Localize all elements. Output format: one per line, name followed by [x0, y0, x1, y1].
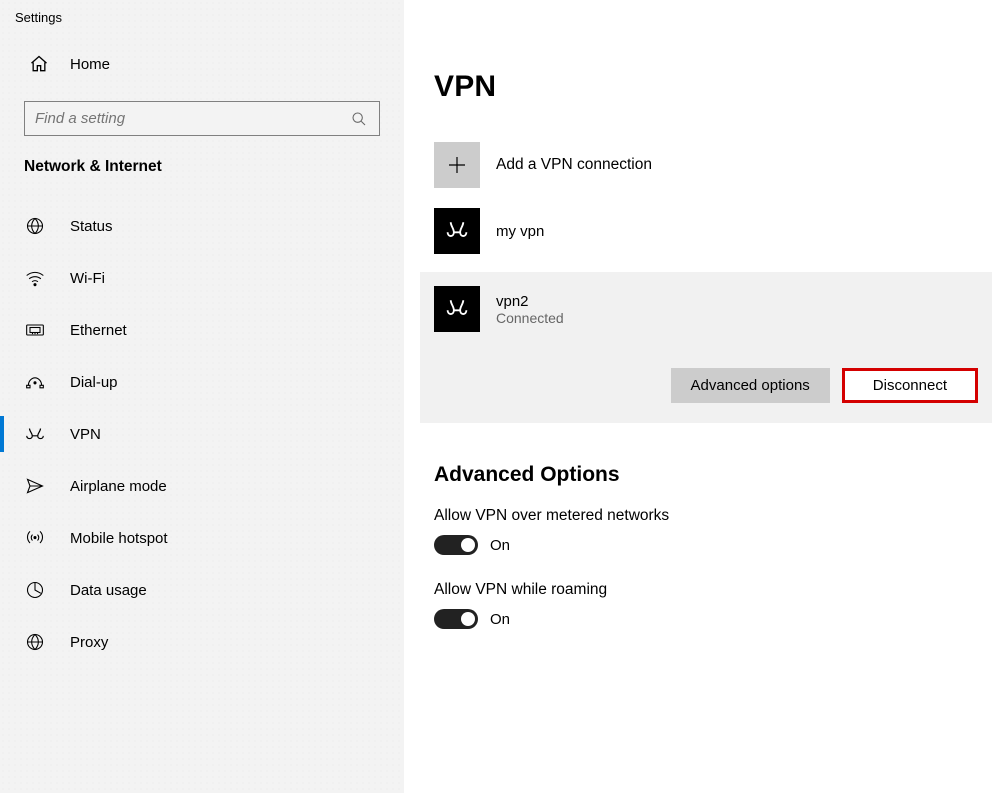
disconnect-button[interactable]: Disconnect	[842, 368, 978, 403]
search-box[interactable]	[24, 101, 380, 136]
vpn-icon	[24, 423, 46, 445]
toggle-metered[interactable]: On	[434, 535, 992, 555]
proxy-icon	[24, 631, 46, 653]
vpn-connection-icon	[434, 286, 480, 332]
sidebar-item-label: Proxy	[70, 634, 108, 651]
category-heading: Network & Internet	[0, 158, 404, 200]
dialup-icon	[24, 371, 46, 393]
sidebar-item-vpn[interactable]: VPN	[0, 408, 404, 460]
sidebar-nav: Status Wi-Fi Ethernet Dial-up	[0, 200, 404, 668]
vpn-connection-selected: vpn2 Connected Advanced options Disconne…	[420, 272, 992, 423]
option-label: Allow VPN while roaming	[434, 581, 992, 599]
sidebar-item-dialup[interactable]: Dial-up	[0, 356, 404, 408]
advanced-options-button[interactable]: Advanced options	[671, 368, 830, 403]
sidebar-item-label: Dial-up	[70, 374, 118, 391]
toggle-state: On	[490, 537, 510, 554]
vpn-connection-item[interactable]: my vpn	[434, 206, 992, 256]
sidebar-item-label: Wi-Fi	[70, 270, 105, 287]
app-title: Settings	[0, 6, 404, 43]
sidebar-item-label: Mobile hotspot	[70, 530, 168, 547]
sidebar-item-label: Data usage	[70, 582, 147, 599]
add-vpn-button[interactable]: Add a VPN connection	[434, 142, 992, 188]
sidebar-item-label: Status	[70, 218, 113, 235]
page-title: VPN	[434, 70, 992, 104]
vpn-connection-icon	[434, 208, 480, 254]
option-label: Allow VPN over metered networks	[434, 507, 992, 525]
add-vpn-label: Add a VPN connection	[496, 156, 652, 174]
airplane-icon	[24, 475, 46, 497]
home-label: Home	[70, 56, 110, 73]
sidebar-item-hotspot[interactable]: Mobile hotspot	[0, 512, 404, 564]
sidebar-item-datausage[interactable]: Data usage	[0, 564, 404, 616]
settings-sidebar: Settings Home Network & Internet Status	[0, 0, 404, 793]
vpn-connection-status: Connected	[496, 310, 564, 326]
sidebar-item-label: Ethernet	[70, 322, 127, 339]
plus-icon	[434, 142, 480, 188]
sidebar-item-ethernet[interactable]: Ethernet	[0, 304, 404, 356]
sidebar-item-wifi[interactable]: Wi-Fi	[0, 252, 404, 304]
toggle-track	[434, 609, 478, 629]
sidebar-item-airplane[interactable]: Airplane mode	[0, 460, 404, 512]
vpn-connection-item[interactable]: vpn2 Connected	[434, 284, 978, 334]
wifi-icon	[24, 267, 46, 289]
toggle-track	[434, 535, 478, 555]
main-content: VPN Add a VPN connection my vpn	[404, 0, 1004, 793]
vpn-connection-name: my vpn	[496, 223, 544, 240]
vpn-connection-name: vpn2	[496, 293, 564, 310]
home-item[interactable]: Home	[0, 43, 404, 85]
sidebar-item-label: Airplane mode	[70, 478, 167, 495]
sidebar-item-label: VPN	[70, 426, 101, 443]
search-input[interactable]	[35, 110, 349, 127]
ethernet-icon	[24, 319, 46, 341]
toggle-roaming[interactable]: On	[434, 609, 992, 629]
sidebar-item-status[interactable]: Status	[0, 200, 404, 252]
sidebar-item-proxy[interactable]: Proxy	[0, 616, 404, 668]
toggle-state: On	[490, 611, 510, 628]
search-icon	[349, 111, 369, 127]
advanced-options-heading: Advanced Options	[434, 463, 992, 487]
home-icon	[28, 53, 50, 75]
globe-icon	[24, 215, 46, 237]
hotspot-icon	[24, 527, 46, 549]
datausage-icon	[24, 579, 46, 601]
